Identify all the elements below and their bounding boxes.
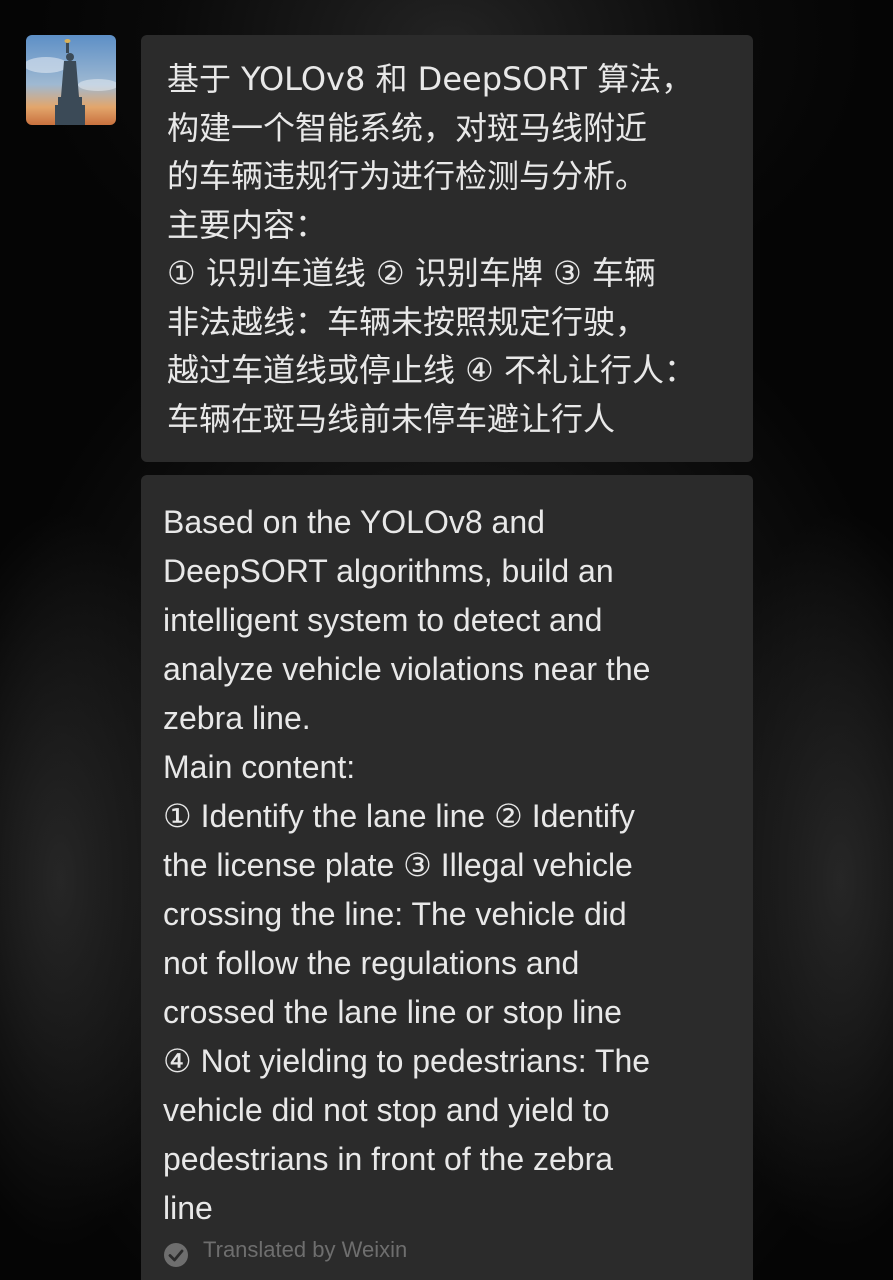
translation-line: Based on the YOLOv8 and — [163, 504, 545, 540]
translation-line: pedestrians in front of the zebra — [163, 1141, 614, 1177]
translation-line: not follow the regulations and — [163, 945, 580, 981]
translation-footer: Translated by Weixin — [163, 1233, 407, 1267]
check-circle-icon — [163, 1236, 189, 1267]
translation-line: Main content: — [163, 749, 356, 785]
message-line: 主要内容： — [167, 205, 328, 244]
message-line: 越过车道线或停止线 ④ 不礼让行人： — [167, 351, 697, 389]
message-line: 车辆在斑马线前未停车避让行人 — [167, 399, 616, 438]
translation-line: DeepSORT algorithms, build an — [163, 553, 614, 589]
translated-by-label: Translated by Weixin — [203, 1236, 408, 1262]
translation-line: analyze vehicle violations near the — [163, 651, 651, 687]
message-line: 非法越线：车辆未按照规定行驶， — [167, 302, 648, 341]
original-message-bubble[interactable]: 基于 YOLOv8 和 DeepSORT 算法， 构建一个智能系统，对斑马线附近… — [141, 35, 753, 462]
translated-message-bubble[interactable]: Based on the YOLOv8 and DeepSORT algorit… — [141, 475, 753, 1280]
translation-line: crossing the line: The vehicle did — [163, 896, 627, 932]
message-line: ① 识别车道线 ② 识别车牌 ③ 车辆 — [167, 254, 656, 292]
translation-line: the license plate ③ Illegal vehicle — [163, 847, 633, 883]
translation-line: vehicle did not stop and yield to — [163, 1092, 610, 1128]
sender-avatar[interactable] — [26, 35, 116, 125]
translation-line: ④ Not yielding to pedestrians: The — [163, 1043, 651, 1079]
message-line: 基于 YOLOv8 和 DeepSORT 算法， — [167, 60, 694, 98]
statue-of-liberty-avatar-icon — [26, 35, 116, 125]
message-line: 构建一个智能系统，对斑马线附近 — [167, 108, 648, 147]
translation-line: crossed the lane line or stop line — [163, 994, 622, 1030]
message-line: 的车辆违规行为进行检测与分析。 — [167, 157, 648, 195]
translation-line: ① Identify the lane line ② Identify — [163, 798, 635, 834]
translation-line: intelligent system to detect and — [163, 602, 603, 638]
translation-line: zebra line. — [163, 700, 311, 736]
